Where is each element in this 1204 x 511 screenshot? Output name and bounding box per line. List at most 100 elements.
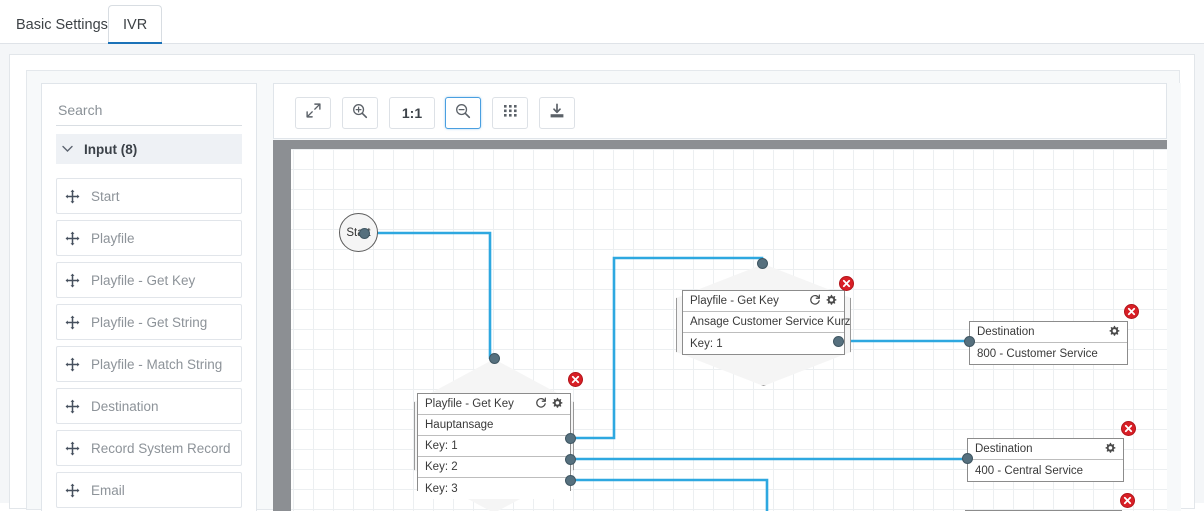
zoom-in-button[interactable] — [342, 97, 378, 129]
drag-move-icon — [57, 357, 87, 372]
grid-toggle-button[interactable] — [492, 97, 528, 129]
delete-node-button[interactable] — [568, 372, 583, 387]
palette-item-label: Playfile - Get Key — [91, 272, 196, 288]
zoom-out-button[interactable] — [445, 97, 481, 129]
drag-move-icon — [57, 441, 87, 456]
node-title: Destination — [975, 443, 1033, 455]
port-destination-800-in[interactable] — [964, 336, 975, 347]
port-customer-service-key1-out[interactable] — [833, 336, 844, 347]
node-key-row[interactable]: Key: 2 — [418, 457, 570, 478]
drag-move-icon — [57, 231, 87, 246]
node-key-label: Key: 1 — [690, 337, 723, 350]
drag-move-icon — [57, 399, 87, 414]
node-subtitle: 400 - Central Service — [975, 464, 1084, 477]
port-hauptansage-in[interactable] — [489, 353, 500, 364]
node-subtitle-row: Ansage Customer Service Kurz — [683, 312, 850, 333]
delete-node-button[interactable] — [839, 276, 854, 291]
node-subtitle: Ansage Customer Service Kurz — [690, 316, 851, 328]
node-title: Destination — [977, 326, 1035, 338]
node-key-label: Key: 1 — [425, 440, 458, 452]
node-header-row: Destination — [970, 322, 1127, 343]
ivr-diagram: Start Playfile - Get Key — [273, 140, 1167, 511]
tab-basic-settings[interactable]: Basic Settings — [2, 5, 122, 44]
palette-item-label: Playfile - Get String — [91, 314, 208, 330]
drag-move-icon — [57, 273, 87, 288]
gear-icon[interactable] — [1108, 325, 1120, 340]
download-icon — [549, 103, 565, 124]
node-key-label: Key: 3 — [425, 482, 458, 495]
node-title: Playfile - Get Key — [425, 398, 514, 410]
node-subtitle-row: 400 - Central Service — [968, 460, 1123, 481]
palette-item-label: Destination — [91, 398, 159, 414]
port-hauptansage-key1-out[interactable] — [565, 433, 576, 444]
node-key-row[interactable]: Key: 3 — [418, 478, 570, 499]
tab-basic-settings-label: Basic Settings — [16, 16, 108, 33]
outer-panel: Input (8) Start Playfile — [9, 54, 1195, 511]
node-key-label: Key: 2 — [425, 461, 458, 473]
gear-icon[interactable] — [825, 294, 837, 309]
node-header-row: Playfile - Get Key — [418, 394, 570, 415]
tab-strip: Basic Settings IVR — [0, 0, 1204, 45]
canvas-toolbar: 1:1 — [273, 83, 1167, 139]
node-header-row: Playfile - Get Key — [683, 291, 844, 312]
gear-icon[interactable] — [1104, 442, 1116, 457]
palette-item-playfile-get-key[interactable]: Playfile - Get Key — [56, 262, 242, 298]
node-title: Playfile - Get Key — [690, 295, 779, 307]
zoom-reset-button[interactable]: 1:1 — [389, 97, 435, 129]
page-body: Input (8) Start Playfile — [0, 44, 1204, 511]
port-hauptansage-key3-out[interactable] — [565, 475, 576, 486]
node-subtitle: Hauptansage — [425, 419, 494, 431]
node-subtitle-row: Hauptansage — [418, 415, 570, 436]
gear-icon[interactable] — [551, 397, 563, 412]
node-key-row[interactable]: Key: 1 — [683, 333, 844, 354]
magnifier-minus-icon — [455, 103, 471, 124]
palette-group-input[interactable]: Input (8) — [56, 134, 242, 164]
palette-item-label: Playfile — [91, 230, 135, 246]
port-destination-400-in[interactable] — [962, 453, 973, 464]
export-button[interactable] — [539, 97, 575, 129]
palette-item-label: Start — [91, 188, 120, 204]
panel-right-gutter — [1167, 83, 1181, 511]
node-palette: Input (8) Start Playfile — [41, 83, 257, 511]
tab-ivr-label: IVR — [123, 17, 148, 33]
refresh-icon[interactable] — [809, 294, 821, 309]
palette-group-label: Input (8) — [84, 141, 138, 157]
palette-item-playfile-match-string[interactable]: Playfile - Match String — [56, 346, 242, 382]
delete-node-button[interactable] — [1121, 421, 1136, 436]
node-subtitle-row: 800 - Customer Service — [970, 343, 1127, 364]
node-body-hauptansage: Playfile - Get Key Hauptansage Key: 1 Ke… — [417, 393, 571, 499]
drag-move-icon — [57, 483, 87, 498]
palette-item-playfile-get-string[interactable]: Playfile - Get String — [56, 304, 242, 340]
node-key-row[interactable]: Key: 1 — [418, 436, 570, 457]
refresh-icon[interactable] — [535, 397, 547, 412]
palette-item-label: Email — [91, 482, 125, 498]
ivr-canvas[interactable]: Start Playfile - Get Key — [273, 140, 1167, 511]
node-body-customer-service: Playfile - Get Key Ansage Customer Servi… — [682, 290, 850, 355]
port-hauptansage-key2-out[interactable] — [565, 454, 576, 465]
palette-item-label: Playfile - Match String — [91, 356, 223, 372]
drag-move-icon — [57, 189, 87, 204]
magnifier-plus-icon — [352, 103, 368, 124]
ivr-editor-panel: Input (8) Start Playfile — [26, 70, 1181, 511]
node-destination-800[interactable]: Destination 800 - Customer Service — [969, 321, 1128, 365]
drag-move-icon — [57, 315, 87, 330]
chevron-down-icon — [56, 145, 78, 153]
delete-node-button[interactable] — [1124, 304, 1139, 319]
fit-screen-button[interactable] — [295, 97, 331, 129]
grid-dots-icon — [503, 103, 518, 123]
palette-item-start[interactable]: Start — [56, 178, 242, 214]
palette-item-record-system-record[interactable]: Record System Record — [56, 430, 242, 466]
delete-node-button[interactable] — [1120, 493, 1135, 508]
palette-item-playfile[interactable]: Playfile — [56, 220, 242, 256]
port-start-out[interactable] — [359, 228, 370, 239]
palette-item-destination[interactable]: Destination — [56, 388, 242, 424]
tab-ivr[interactable]: IVR — [108, 5, 163, 45]
node-destination-400[interactable]: Destination 400 - Central Service — [967, 438, 1124, 482]
zoom-ratio-label: 1:1 — [401, 105, 423, 121]
expand-arrows-icon — [305, 103, 321, 123]
node-header-row: Destination — [968, 439, 1123, 460]
search-input[interactable] — [56, 98, 242, 126]
port-customer-service-in[interactable] — [757, 258, 768, 269]
node-subtitle: 800 - Customer Service — [977, 347, 1098, 360]
palette-item-label: Record System Record — [91, 440, 231, 456]
